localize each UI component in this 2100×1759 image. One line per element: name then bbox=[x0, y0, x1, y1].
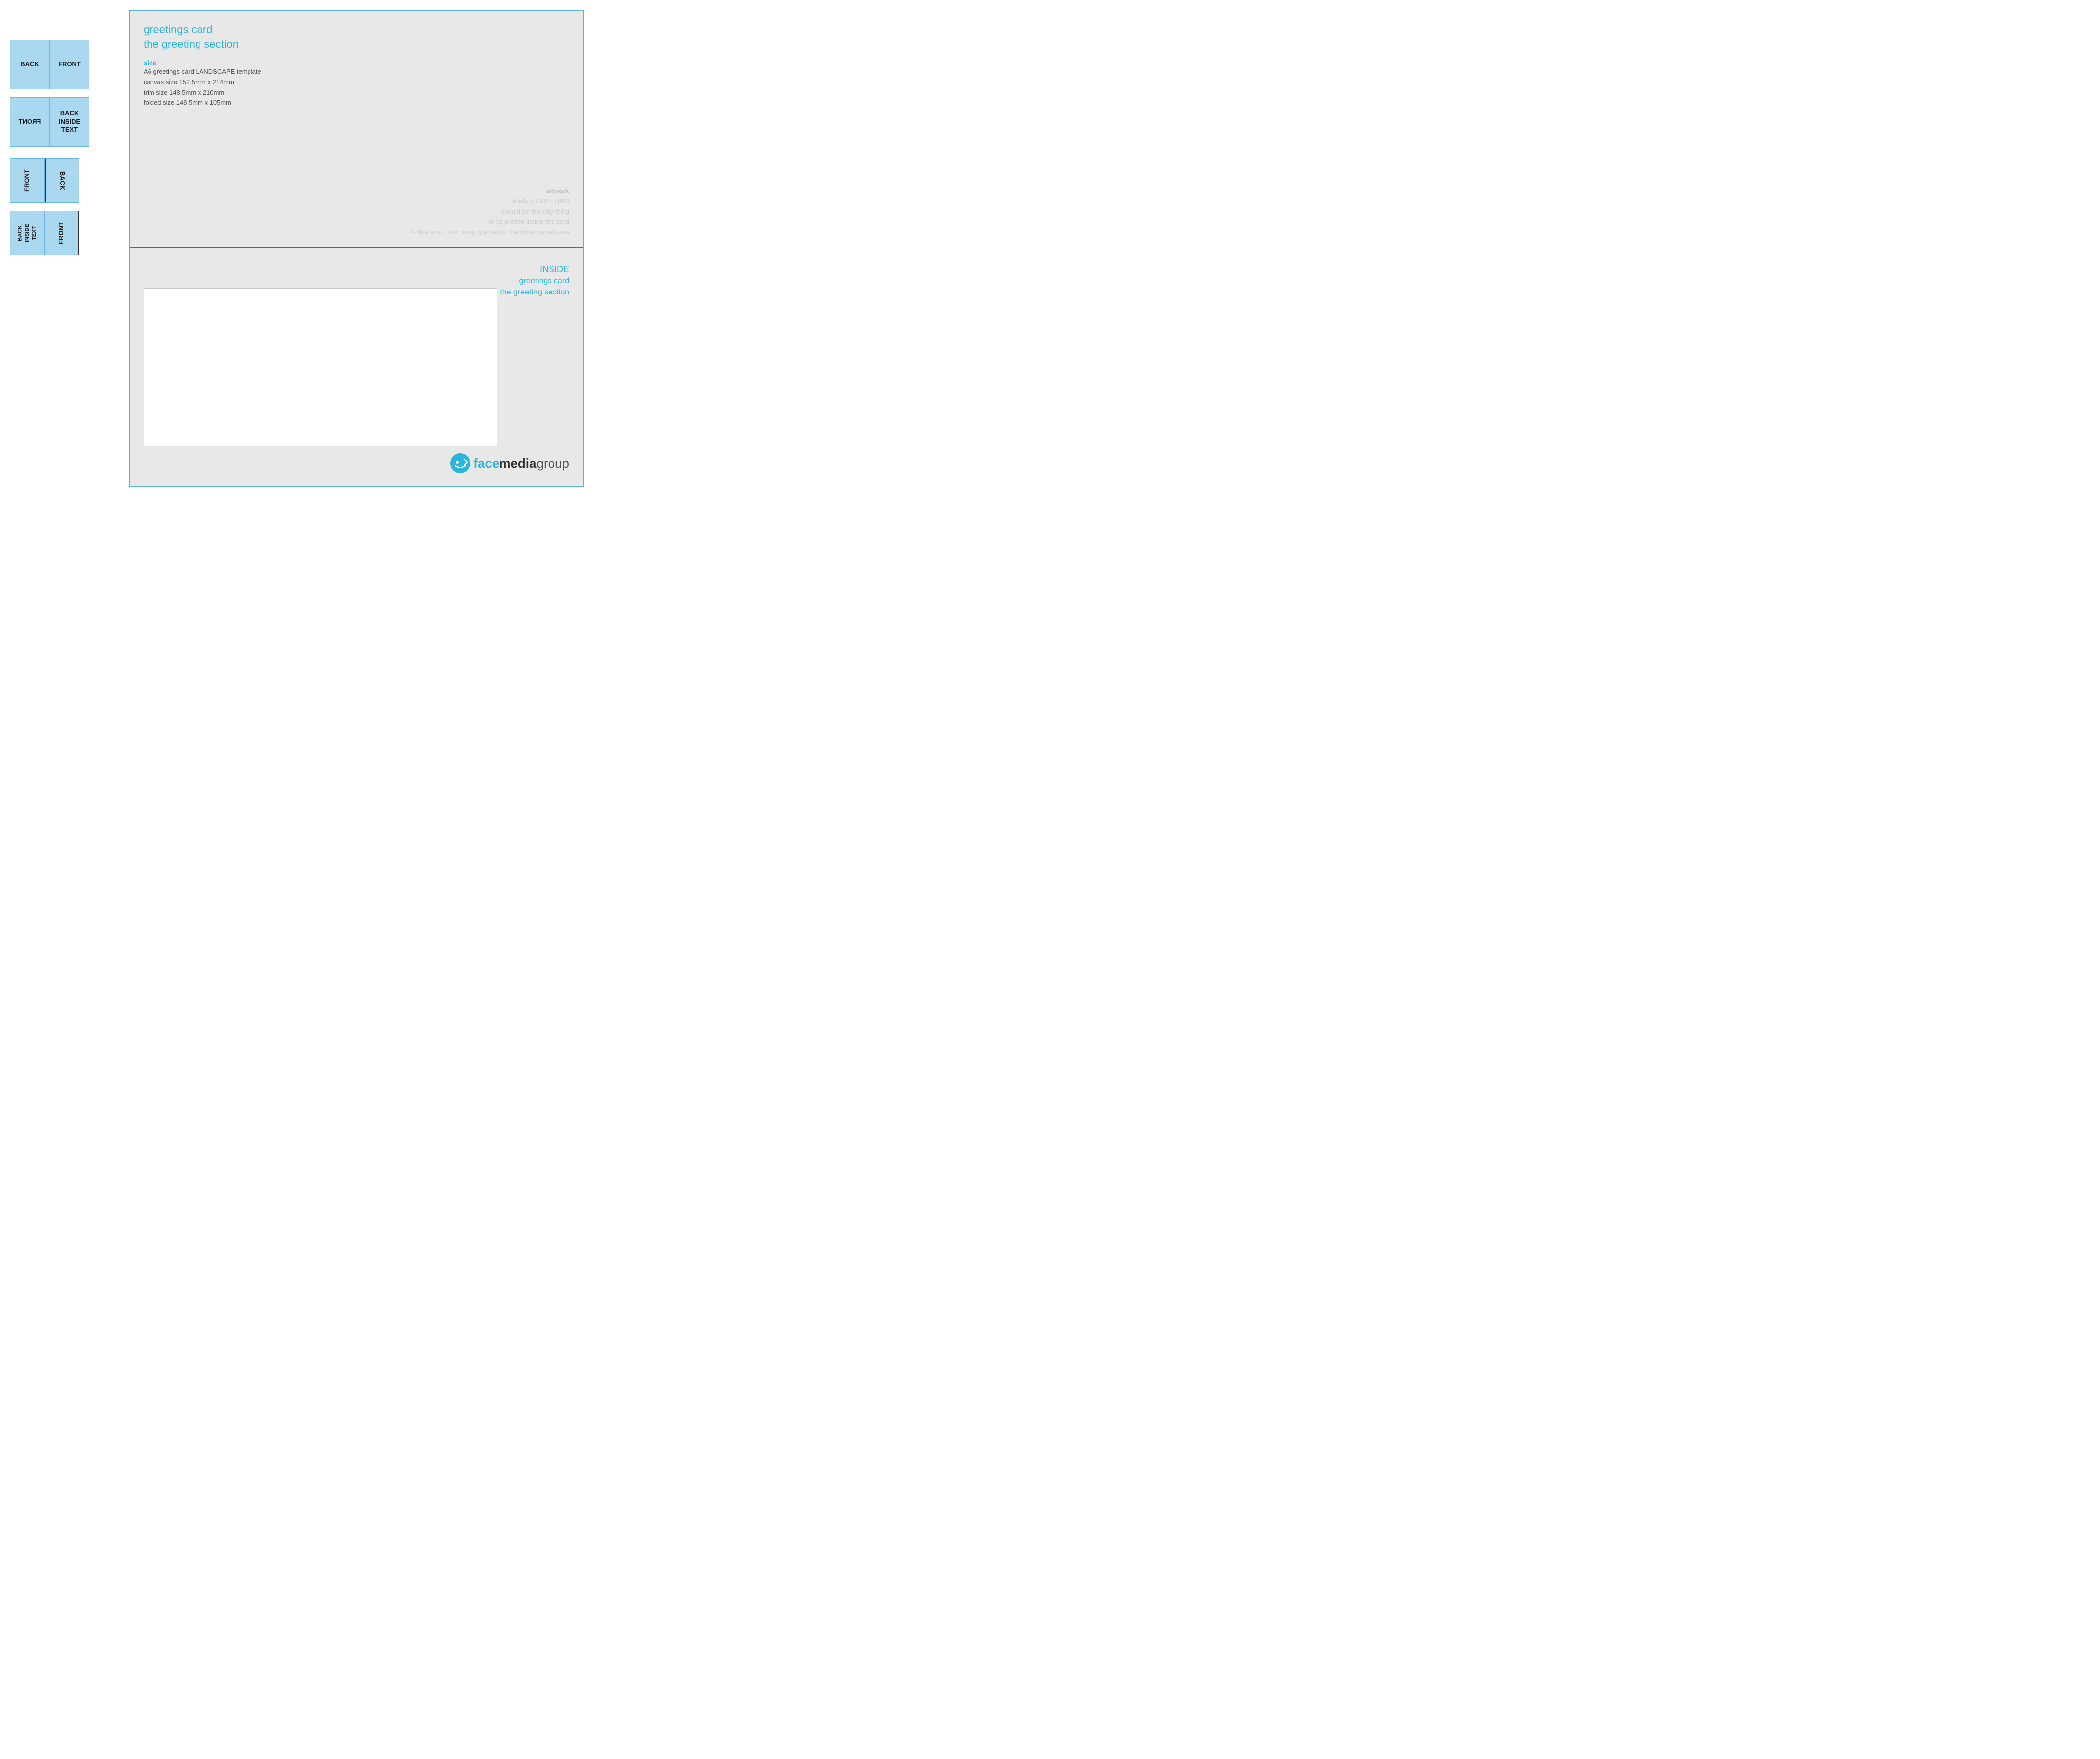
front-rotated-cell-2: FRONT bbox=[45, 211, 79, 255]
front-cell-1: FRONT bbox=[50, 40, 89, 89]
size-text: A6 greetings card LANDSCAPE template can… bbox=[144, 67, 569, 108]
diagram-row-2: FRONT BACK INSIDE TEXT bbox=[10, 97, 119, 147]
artwork-note: artwork ideally a GREETING should be the… bbox=[410, 186, 569, 238]
logo-text: facemediagroup bbox=[473, 456, 569, 471]
right-panel: greetings card the greeting section size… bbox=[129, 10, 584, 487]
back-cell-1: BACK bbox=[10, 40, 50, 89]
face-media-icon bbox=[450, 452, 471, 474]
back-inside-cell: BACK INSIDE TEXT bbox=[50, 97, 89, 147]
size-label: size bbox=[144, 59, 569, 67]
inside-label: INSIDE greetings card the greeting secti… bbox=[500, 263, 569, 298]
bottom-half: INSIDE greetings card the greeting secti… bbox=[130, 248, 583, 486]
inside-white-box bbox=[144, 288, 497, 446]
diagram-row-1: BACK FRONT bbox=[10, 40, 119, 89]
back-rotated-cell: BACK bbox=[45, 158, 79, 203]
left-panel: BACK FRONT FRONT BACK INSIDE TEXT FRONT … bbox=[10, 10, 119, 255]
size-section: size A6 greetings card LANDSCAPE templat… bbox=[144, 59, 569, 108]
top-half: greetings card the greeting section size… bbox=[130, 11, 583, 248]
back-inside-rotated-cell: BACK INSIDE TEXT bbox=[10, 211, 45, 255]
diagram-row-3: FRONT BACK bbox=[10, 158, 119, 203]
diagram-row-4: BACK INSIDE TEXT FRONT bbox=[10, 211, 119, 255]
front-cell-flip: FRONT bbox=[10, 97, 50, 147]
logo-area: facemediagroup bbox=[450, 452, 569, 474]
card-title: greetings card the greeting section bbox=[144, 23, 569, 51]
front-rotated-cell: FRONT bbox=[10, 158, 45, 203]
